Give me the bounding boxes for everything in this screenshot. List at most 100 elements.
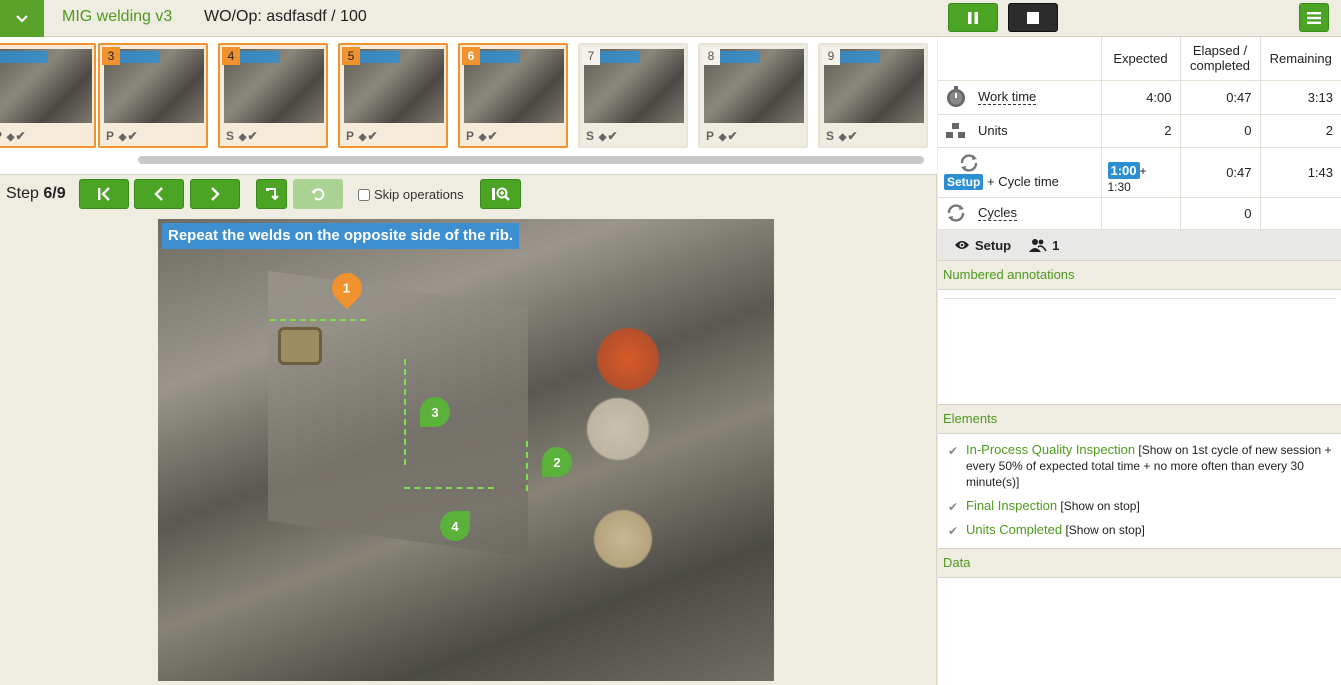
chevron-down-icon[interactable] [0, 0, 44, 37]
cycle-time-label: + Cycle time [987, 174, 1059, 189]
undo-icon [311, 188, 325, 201]
check-icon: ✔ [948, 500, 959, 514]
units-label: Units [978, 123, 1008, 138]
step-thumbnail-meta: S ◆✔ [826, 129, 859, 143]
step-thumbnail[interactable]: 8 P ◆✔ [698, 43, 808, 148]
chevron-right-icon [211, 187, 220, 201]
left-pane: P ◆✔3P ◆✔4S ◆✔5P ◆✔6P ◆✔7S ◆✔8P ◆✔9S ◆✔ … [0, 37, 937, 685]
pin-icon: ◆ [115, 132, 128, 143]
annotation-marker-2[interactable]: 2 [542, 447, 572, 477]
next-step-button[interactable] [190, 179, 240, 209]
step-thumbnail-meta: S ◆✔ [586, 129, 619, 143]
top-bar: MIG welding v3 WO/Op: asdfasdf / 100 [0, 0, 1341, 37]
step-thumbnail[interactable]: 6 P ◆✔ [458, 43, 568, 148]
step-type-letter: P [346, 129, 356, 143]
step-thumbnail-number: 4 [222, 47, 240, 65]
step-type-letter: S [226, 129, 236, 143]
check-icon: ✔ [607, 129, 619, 143]
first-step-button[interactable] [79, 179, 129, 209]
check-icon: ✔ [247, 129, 259, 143]
check-icon: ✔ [847, 129, 859, 143]
annotation-marker-4[interactable]: 4 [440, 511, 470, 541]
cycle-time-row: Setup + Cycle time 1:00 + 1:30 0:47 1:43 [938, 147, 1341, 198]
step-thumbnail-image [0, 49, 92, 123]
step-filmstrip: P ◆✔3P ◆✔4S ◆✔5P ◆✔6P ◆✔7S ◆✔8P ◆✔9S ◆✔ [0, 37, 937, 175]
first-step-icon [98, 187, 110, 201]
step-instruction-caption: Repeat the welds on the opposite side of… [162, 223, 520, 249]
pause-icon [968, 11, 978, 24]
step-thumbnail-number: 7 [582, 47, 600, 65]
pin-icon: ◆ [3, 132, 16, 143]
pin-icon: ◆ [715, 132, 728, 143]
zoom-button[interactable] [480, 179, 521, 209]
step-photo[interactable]: Repeat the welds on the opposite side of… [158, 219, 774, 681]
units-expected: 2 [1100, 114, 1180, 148]
cycles-label[interactable]: Cycles [978, 205, 1018, 221]
step-thumbnail[interactable]: 3 P ◆✔ [98, 43, 208, 148]
annotation-marker-3[interactable]: 3 [420, 397, 450, 427]
step-thumbnail-number: 3 [102, 47, 120, 65]
undo-button[interactable] [293, 179, 343, 209]
check-icon: ✔ [487, 129, 499, 143]
skip-operations-toggle[interactable]: Skip operations [358, 187, 464, 202]
work-time-label[interactable]: Work time [978, 89, 1037, 105]
filmstrip-scrollbar[interactable] [138, 156, 924, 164]
step-type-letter: S [586, 129, 596, 143]
step-thumbnail[interactable]: 5 P ◆✔ [338, 43, 448, 148]
setup-time-expected: 1:00 [1107, 161, 1140, 179]
step-thumbnail[interactable]: 9 S ◆✔ [818, 43, 928, 148]
step-toolbar: Step 6/9 Skip operations [0, 176, 937, 214]
step-thumbnail-meta: P ◆✔ [106, 129, 139, 143]
main-menu-button[interactable] [1299, 3, 1329, 32]
units-remaining: 2 [1259, 114, 1341, 148]
metrics-header-blank [938, 37, 1101, 81]
step-thumbnail[interactable]: P ◆✔ [0, 43, 96, 148]
step-type-letter: P [106, 129, 116, 143]
stopwatch-icon [947, 86, 965, 107]
cycles-expected [1100, 197, 1180, 230]
element-name[interactable]: In-Process Quality Inspection [966, 442, 1135, 457]
check-icon: ✔ [948, 444, 959, 458]
work-order-label: WO/Op: asdfasdf / 100 [204, 8, 367, 25]
work-time-elapsed: 0:47 [1179, 80, 1260, 115]
weld-path-1 [270, 319, 366, 321]
pin-icon: ◆ [835, 132, 848, 143]
step-thumbnail[interactable]: 7 S ◆✔ [578, 43, 688, 148]
mode-indicator[interactable]: Setup [954, 238, 1011, 253]
app-title: MIG welding v3 [62, 8, 173, 25]
step-thumbnail-meta: P ◆✔ [346, 129, 379, 143]
element-name[interactable]: Final Inspection [966, 498, 1057, 513]
cycles-remaining [1259, 197, 1341, 230]
skip-operations-checkbox[interactable] [358, 188, 370, 201]
zoom-in-icon [491, 187, 510, 201]
check-icon: ✔ [127, 129, 139, 143]
previous-step-button[interactable] [134, 179, 184, 209]
work-time-remaining: 3:13 [1259, 80, 1341, 115]
annotations-divider [943, 298, 1336, 299]
header-expected: Expected [1100, 37, 1180, 81]
units-elapsed: 0 [1179, 114, 1260, 148]
step-thumbnail[interactable]: 4 S ◆✔ [218, 43, 328, 148]
annotations-section-header[interactable]: Numbered annotations [938, 260, 1341, 290]
stop-button[interactable] [1008, 3, 1058, 32]
elements-section-header[interactable]: Elements [938, 404, 1341, 434]
jump-step-button[interactable] [256, 179, 287, 209]
element-description: [Show on stop] [1065, 523, 1145, 537]
photo-nut [278, 327, 322, 365]
stop-icon [1027, 11, 1039, 24]
cycles-row: Cycles 0 [938, 197, 1341, 230]
data-section-header[interactable]: Data [938, 548, 1341, 578]
element-name[interactable]: Units Completed [966, 522, 1062, 537]
eye-icon [955, 241, 969, 249]
element-item: ✔ Units Completed [Show on stop] [946, 522, 1336, 538]
header-remaining: Remaining [1259, 37, 1341, 81]
step-thumbnail-meta: P ◆✔ [0, 129, 27, 143]
pause-button[interactable] [948, 3, 998, 32]
operators-indicator[interactable]: 1 [1029, 238, 1059, 253]
step-type-letter: S [826, 129, 836, 143]
cycles-elapsed: 0 [1179, 197, 1260, 230]
work-time-row: Work time 4:00 0:47 3:13 [938, 80, 1341, 115]
check-icon: ✔ [948, 524, 959, 538]
step-type-letter: P [466, 129, 476, 143]
operators-count: 1 [1052, 237, 1060, 253]
